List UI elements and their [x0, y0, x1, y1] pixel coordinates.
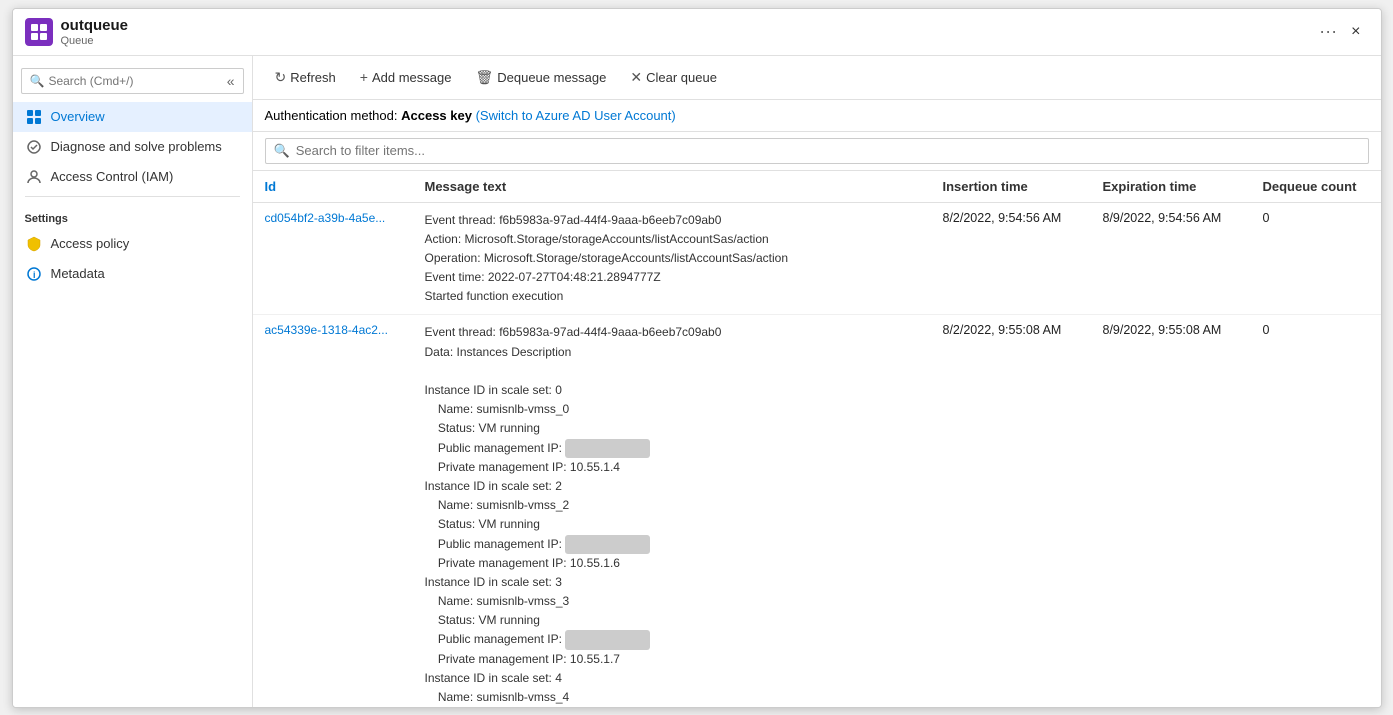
cell-insertion-time: 8/2/2022, 9:54:56 AM	[931, 202, 1091, 315]
overview-label: Overview	[51, 109, 105, 124]
access-policy-icon	[25, 235, 43, 253]
sidebar-item-access-control[interactable]: Access Control (IAM)	[13, 162, 252, 192]
sidebar-item-metadata[interactable]: i Metadata	[13, 259, 252, 289]
refresh-icon: ↻	[275, 69, 287, 86]
clear-queue-button[interactable]: ✕ Clear queue	[620, 64, 727, 91]
app-icon	[25, 18, 53, 46]
dequeue-message-button[interactable]: 🗑 Dequeue message	[465, 64, 616, 91]
col-header-id: Id	[253, 171, 413, 203]
table-row[interactable]: cd054bf2-a39b-4a5e...Event thread: f6b59…	[253, 202, 1381, 315]
filter-search-icon: 🔍	[274, 143, 290, 159]
sidebar-item-diagnose[interactable]: Diagnose and solve problems	[13, 132, 252, 162]
main-window: outqueue Queue ··· × 🔍 «	[12, 8, 1382, 708]
metadata-label: Metadata	[51, 266, 105, 281]
add-message-label: Add message	[372, 70, 452, 85]
clear-queue-label: Clear queue	[646, 70, 717, 85]
col-header-dequeue: Dequeue count	[1251, 171, 1381, 203]
dequeue-icon: 🗑	[475, 69, 493, 86]
cell-message: Event thread: f6b5983a-97ad-44f4-9aaa-b6…	[413, 315, 931, 707]
overview-icon	[25, 108, 43, 126]
filter-bar: 🔍	[253, 132, 1381, 171]
table-row[interactable]: ac54339e-1318-4ac2...Event thread: f6b59…	[253, 315, 1381, 707]
search-input[interactable]	[48, 74, 222, 88]
toolbar: ↻ Refresh + Add message 🗑 Dequeue messag…	[253, 56, 1381, 100]
clear-icon: ✕	[630, 69, 642, 86]
title-info: outqueue Queue	[61, 17, 1306, 47]
content-area: ↻ Refresh + Add message 🗑 Dequeue messag…	[253, 56, 1381, 707]
auth-prefix: Authentication method:	[265, 108, 398, 123]
auth-switch-link[interactable]: (Switch to Azure AD User Account)	[476, 108, 676, 123]
sidebar-divider	[25, 196, 240, 197]
cell-expiration-time: 8/9/2022, 9:55:08 AM	[1091, 315, 1251, 707]
metadata-icon: i	[25, 265, 43, 283]
search-bar[interactable]: 🔍 «	[21, 68, 244, 94]
auth-banner: Authentication method: Access key (Switc…	[253, 100, 1381, 132]
more-options-button[interactable]: ···	[1313, 19, 1343, 44]
close-button[interactable]: ×	[1343, 19, 1368, 45]
refresh-button[interactable]: ↻ Refresh	[265, 64, 346, 91]
add-icon: +	[360, 69, 368, 85]
filter-input[interactable]	[296, 143, 1360, 158]
cell-insertion-time: 8/2/2022, 9:55:08 AM	[931, 315, 1091, 707]
cell-message: Event thread: f6b5983a-97ad-44f4-9aaa-b6…	[413, 202, 931, 315]
app-subtitle: Queue	[61, 35, 1306, 47]
table-header-row: Id Message text Insertion time Expiratio…	[253, 171, 1381, 203]
sidebar: 🔍 « Overview	[13, 56, 253, 707]
dequeue-message-label: Dequeue message	[497, 70, 606, 85]
auth-method: Access key	[401, 108, 472, 123]
cell-expiration-time: 8/9/2022, 9:54:56 AM	[1091, 202, 1251, 315]
table-wrap: Id Message text Insertion time Expiratio…	[253, 171, 1381, 707]
access-policy-label: Access policy	[51, 236, 130, 251]
messages-table: Id Message text Insertion time Expiratio…	[253, 171, 1381, 707]
collapse-button[interactable]: «	[227, 73, 235, 89]
col-header-insertion: Insertion time	[931, 171, 1091, 203]
svg-text:i: i	[33, 270, 36, 280]
access-control-icon	[25, 168, 43, 186]
diagnose-icon	[25, 138, 43, 156]
search-icon: 🔍	[30, 74, 45, 88]
cell-id: ac54339e-1318-4ac2...	[253, 315, 413, 707]
refresh-label: Refresh	[290, 70, 336, 85]
sidebar-item-overview[interactable]: Overview	[13, 102, 252, 132]
cell-dequeue-count: 0	[1251, 202, 1381, 315]
access-control-label: Access Control (IAM)	[51, 169, 174, 184]
cell-id: cd054bf2-a39b-4a5e...	[253, 202, 413, 315]
filter-input-wrap[interactable]: 🔍	[265, 138, 1369, 164]
sidebar-item-access-policy[interactable]: Access policy	[13, 229, 252, 259]
main-body: 🔍 « Overview	[13, 56, 1381, 707]
app-title: outqueue	[61, 17, 1306, 35]
diagnose-label: Diagnose and solve problems	[51, 139, 222, 154]
col-header-expiration: Expiration time	[1091, 171, 1251, 203]
col-header-message: Message text	[413, 171, 931, 203]
title-bar: outqueue Queue ··· ×	[13, 9, 1381, 56]
add-message-button[interactable]: + Add message	[350, 64, 462, 90]
cell-dequeue-count: 0	[1251, 315, 1381, 707]
settings-section-label: Settings	[13, 201, 252, 229]
